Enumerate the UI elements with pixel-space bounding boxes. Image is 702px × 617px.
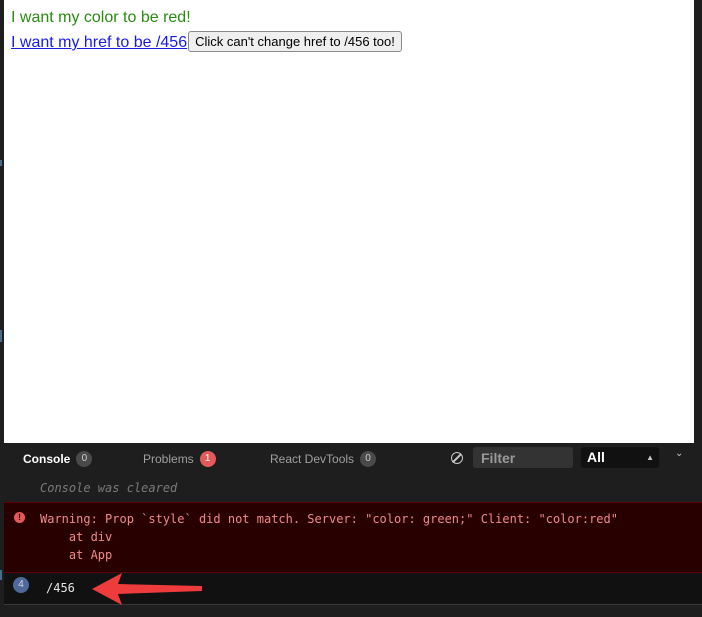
error-icon: ! (14, 512, 25, 523)
tab-console[interactable]: Console 0 (23, 451, 93, 467)
filter-input[interactable] (473, 447, 573, 468)
stack-line: at App (40, 548, 113, 562)
updown-icon: ▲ (646, 453, 654, 462)
error-message: ! Warning: Prop `style` did not match. S… (4, 502, 702, 573)
devtools-tabbar: Console0 Problems1 React DevTools0 All▲ … (4, 443, 702, 477)
devtools-panel: Console0 Problems1 React DevTools0 All▲ … (4, 443, 702, 617)
problems-count-badge: 1 (199, 451, 216, 467)
change-href-button[interactable]: Click can't change href to /456 too! (188, 31, 402, 52)
arrow-annotation (92, 573, 202, 605)
colored-text: I want my color to be red! (11, 9, 191, 26)
clear-console-icon[interactable] (451, 452, 463, 464)
log-text: /456 (46, 581, 75, 595)
console-count-badge: 0 (76, 451, 93, 467)
preview-pane: I want my color to be red! I want my hre… (4, 0, 694, 443)
react-devtools-count-badge: 0 (360, 451, 377, 467)
tab-problems[interactable]: Problems 1 (143, 451, 216, 467)
log-level-select[interactable]: All ▲ (581, 447, 659, 468)
preview-scroll-edge (694, 0, 702, 443)
link-row: I want my href to be /456 Click can't cha… (11, 31, 402, 54)
repeat-count-badge: 4 (13, 577, 29, 593)
error-text: Warning: Prop `style` did not match. Ser… (40, 512, 618, 526)
href-link[interactable]: I want my href to be /456 (11, 34, 187, 51)
tab-react-devtools[interactable]: React DevTools 0 (270, 451, 377, 467)
chevron-down-icon[interactable]: ⌄ (675, 448, 683, 459)
console-cleared-message: Console was cleared (40, 481, 178, 495)
stack-line: at div (40, 530, 113, 544)
